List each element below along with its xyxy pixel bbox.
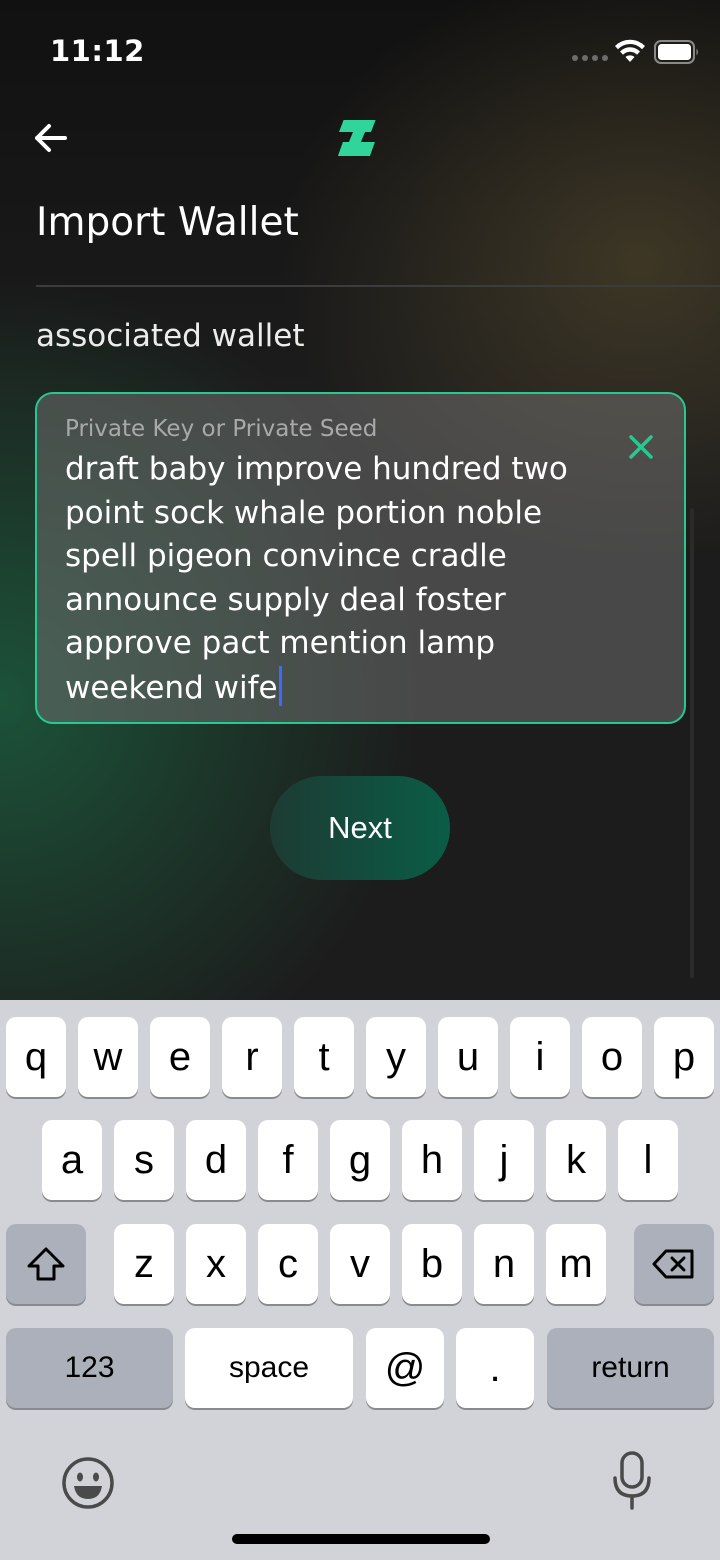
key-y[interactable]: y	[366, 1017, 426, 1097]
page-title: Import Wallet	[36, 200, 299, 245]
back-button[interactable]	[28, 116, 72, 160]
key-e[interactable]: e	[150, 1017, 210, 1097]
logo-icon	[338, 120, 376, 156]
key-d[interactable]: d	[186, 1120, 246, 1200]
return-key[interactable]: return	[547, 1328, 714, 1408]
key-n[interactable]: n	[474, 1224, 534, 1304]
space-key[interactable]: space	[185, 1328, 353, 1408]
key-l[interactable]: l	[618, 1120, 678, 1200]
key-i[interactable]: i	[510, 1017, 570, 1097]
key-h[interactable]: h	[402, 1120, 462, 1200]
key-j[interactable]: j	[474, 1120, 534, 1200]
subtitle: associated wallet	[36, 318, 305, 354]
home-indicator[interactable]	[232, 1534, 490, 1544]
key-m[interactable]: m	[546, 1224, 606, 1304]
status-time: 11:12	[50, 34, 145, 68]
key-v[interactable]: v	[330, 1224, 390, 1304]
private-key-input[interactable]: Private Key or Private Seed draft baby i…	[35, 392, 686, 724]
at-key[interactable]: @	[366, 1328, 444, 1408]
numbers-key[interactable]: 123	[6, 1328, 173, 1408]
key-s[interactable]: s	[114, 1120, 174, 1200]
wifi-icon	[615, 39, 645, 62]
shift-key[interactable]	[6, 1224, 86, 1304]
key-a[interactable]: a	[42, 1120, 102, 1200]
key-g[interactable]: g	[330, 1120, 390, 1200]
key-c[interactable]: c	[258, 1224, 318, 1304]
key-r[interactable]: r	[222, 1017, 282, 1097]
cellular-signal-icon	[572, 55, 608, 61]
emoji-icon[interactable]	[60, 1455, 116, 1511]
private-key-input-label: Private Key or Private Seed	[65, 416, 378, 442]
key-u[interactable]: u	[438, 1017, 498, 1097]
microphone-icon[interactable]	[610, 1450, 654, 1512]
key-z[interactable]: z	[114, 1224, 174, 1304]
shift-icon	[27, 1247, 65, 1281]
key-p[interactable]: p	[654, 1017, 714, 1097]
dot-key[interactable]: .	[456, 1328, 534, 1408]
clear-input-button[interactable]	[626, 432, 656, 462]
key-f[interactable]: f	[258, 1120, 318, 1200]
key-q[interactable]: q	[6, 1017, 66, 1097]
key-w[interactable]: w	[78, 1017, 138, 1097]
divider	[36, 285, 720, 287]
private-key-input-value[interactable]: draft baby improve hundred two point soc…	[65, 448, 615, 710]
next-button[interactable]: Next	[270, 776, 450, 880]
key-o[interactable]: o	[582, 1017, 642, 1097]
private-key-text: draft baby improve hundred two point soc…	[65, 451, 578, 706]
close-icon	[629, 435, 653, 459]
back-arrow-icon	[35, 124, 67, 152]
key-t[interactable]: t	[294, 1017, 354, 1097]
key-k[interactable]: k	[546, 1120, 606, 1200]
backspace-icon	[652, 1249, 694, 1279]
scrollbar[interactable]	[690, 508, 694, 978]
backspace-key[interactable]	[634, 1224, 714, 1304]
battery-icon	[654, 40, 698, 64]
key-b[interactable]: b	[402, 1224, 462, 1304]
app-screen: 11:12 Import Wallet associated wallet Pr…	[0, 0, 720, 1000]
key-x[interactable]: x	[186, 1224, 246, 1304]
text-caret	[278, 665, 282, 706]
